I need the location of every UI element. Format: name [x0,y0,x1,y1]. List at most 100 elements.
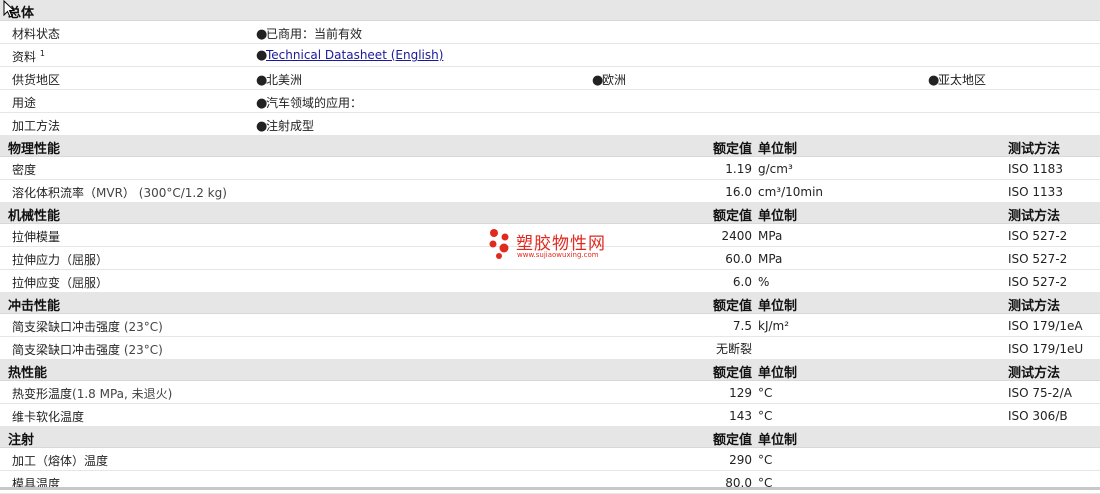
property-value: 143 [729,409,752,423]
property-row: 密度 1.19 g/cm³ ISO 1183 [0,157,1100,180]
column-header-value: 额定值 [712,209,752,224]
property-row: 溶化体积流率（MVR） (300°C/1.2 kg) 16.0 cm³/10mi… [0,180,1100,203]
row-label: 用途 [12,96,37,110]
property-test-method: ISO 179/1eA [1008,319,1083,333]
section-title: 注射 [8,433,35,448]
property-value: 290 [729,453,752,467]
bullet-icon: ● [592,73,604,88]
property-label: 溶化体积流率（MVR） (300°C/1.2 kg) [12,186,227,200]
list-item: ●注射成型 [256,119,315,134]
section-title: 机械性能 [8,209,61,224]
property-value: 60.0 [725,252,752,266]
property-row: 拉伸应变（屈服） 6.0 % ISO 527-2 [0,270,1100,293]
general-row-process: 加工方法 ●注射成型 [0,113,1100,136]
list-item: ●北美洲 [256,73,303,88]
section-header-general: 总体 [0,0,1100,21]
property-value: 16.0 [725,185,752,199]
section-header-mechanical: 机械性能 额定值 单位制 测试方法 [0,203,1100,224]
column-header-unit: 单位制 [758,299,798,314]
property-row: 加工（熔体）温度 290 °C [0,448,1100,471]
column-header-test: 测试方法 [1008,366,1061,381]
property-label: 简支梁缺口冲击强度 (23°C) [12,320,163,334]
list-item: ●Technical Datasheet (English) [256,48,443,62]
property-test-method: ISO 1183 [1008,162,1063,176]
property-unit: g/cm³ [758,162,793,176]
column-header-test: 测试方法 [1008,299,1061,314]
column-header-value: 额定值 [712,366,752,381]
property-value: 无断裂 [715,342,752,356]
mouse-pointer-icon [3,0,15,18]
section-title: 冲击性能 [8,299,61,314]
column-header-value: 额定值 [712,142,752,157]
property-label: 拉伸模量 [12,230,61,244]
column-header-value: 额定值 [712,433,752,448]
property-value: 6.0 [732,275,752,289]
bullet-icon: ● [256,73,268,88]
property-unit: MPa [758,229,783,243]
property-test-method: ISO 527-2 [1008,229,1068,243]
property-row: 简支梁缺口冲击强度 (23°C) 7.5 kJ/m² ISO 179/1eA [0,314,1100,337]
row-label: 供货地区 [12,73,61,87]
logo-dots-icon [489,229,509,259]
footnote-marker: 1 [39,49,45,58]
property-test-method: ISO 75-2/A [1008,386,1072,400]
property-value: 129 [729,386,752,400]
property-row: 维卡软化温度 143 °C ISO 306/B [0,404,1100,427]
section-header-impact: 冲击性能 额定值 单位制 测试方法 [0,293,1100,314]
property-test-method: ISO 179/1eU [1008,342,1084,356]
bullet-icon: ● [928,73,940,88]
watermark-logo: 塑胶物性网 www.sujiaowuxing.com [488,227,628,267]
bullet-icon: ● [256,27,268,42]
property-value: 7.5 [732,319,752,333]
column-header-unit: 单位制 [758,433,798,448]
property-label: 拉伸应变（屈服） [12,276,109,290]
list-item: ●欧洲 [592,73,627,88]
property-row: 热变形温度(1.8 MPa, 未退火) 129 °C ISO 75-2/A [0,381,1100,404]
row-label: 资料 1 [12,49,45,64]
property-test-method: ISO 306/B [1008,409,1068,423]
property-unit: °C [758,386,773,400]
list-item: ●亚太地区 [928,73,987,88]
section-title: 物理性能 [8,142,61,157]
property-unit: cm³/10min [758,185,824,199]
column-header-unit: 单位制 [758,366,798,381]
section-header-thermal: 热性能 额定值 单位制 测试方法 [0,360,1100,381]
general-row-use: 用途 ●汽车领域的应用： [0,90,1100,113]
list-item: ●已商用：当前有效 [256,27,363,42]
property-label: 加工（熔体）温度 [12,454,109,468]
property-unit: °C [758,453,773,467]
property-test-method: ISO 1133 [1008,185,1063,199]
column-header-test: 测试方法 [1008,209,1061,224]
property-unit: °C [758,409,773,423]
property-test-method: ISO 527-2 [1008,252,1068,266]
property-label: 简支梁缺口冲击强度 (23°C) [12,343,163,357]
property-row: 模具温度 80.0 °C [0,471,1100,494]
property-row: 简支梁缺口冲击强度 (23°C) 无断裂 ISO 179/1eU [0,337,1100,360]
column-header-unit: 单位制 [758,142,798,157]
property-label: 拉伸应力（屈服） [12,253,109,267]
property-value: 1.19 [725,162,752,176]
section-title: 热性能 [8,366,48,381]
column-header-test: 测试方法 [1008,142,1061,157]
section-header-injection: 注射 额定值 单位制 [0,427,1100,448]
watermark-url: www.sujiaowuxing.com [517,251,599,259]
general-row-docs: 资料 1 ●Technical Datasheet (English) [0,44,1100,67]
property-unit: MPa [758,252,783,266]
column-header-value: 额定值 [712,299,752,314]
general-row-regions: 供货地区 ●北美洲 ●欧洲 ●亚太地区 [0,67,1100,90]
property-label: 维卡软化温度 [12,410,85,424]
property-test-method: ISO 527-2 [1008,275,1068,289]
property-label: 热变形温度(1.8 MPa, 未退火) [12,387,173,401]
property-unit: % [758,275,770,289]
property-value: 2400 [721,229,752,243]
bullet-icon: ● [256,119,268,134]
general-row-status: 材料状态 ●已商用：当前有效 [0,21,1100,44]
section-header-physical: 物理性能 额定值 单位制 测试方法 [0,136,1100,157]
technical-datasheet-link[interactable]: Technical Datasheet (English) [266,48,443,62]
row-label: 材料状态 [12,27,61,41]
row-label: 加工方法 [12,119,61,133]
column-header-unit: 单位制 [758,209,798,224]
list-item: ●汽车领域的应用： [256,96,363,111]
bullet-icon: ● [256,48,268,63]
bullet-icon: ● [256,96,268,111]
